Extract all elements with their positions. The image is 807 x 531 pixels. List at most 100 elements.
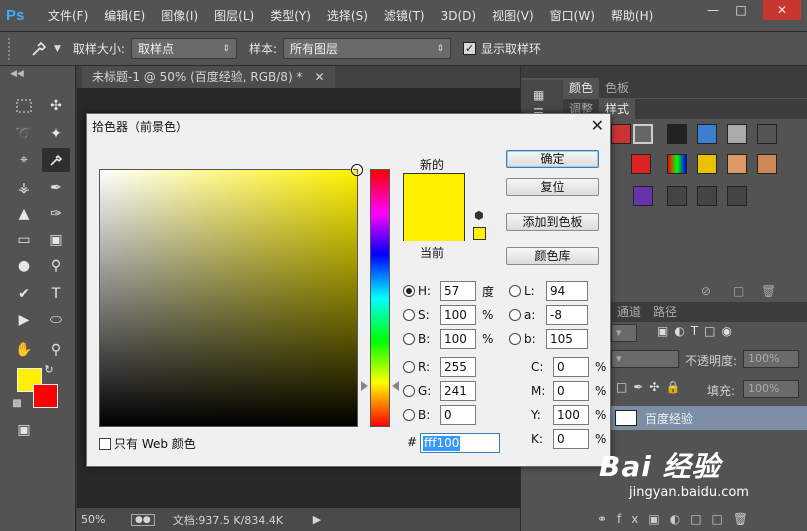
blur-tool-icon[interactable]: ●: [10, 254, 38, 278]
style-swatch[interactable]: [697, 186, 717, 206]
hue-slider-left-arrow-icon[interactable]: [361, 381, 368, 391]
hue-slider[interactable]: [370, 169, 390, 427]
lab-b-input[interactable]: 105: [546, 329, 588, 349]
a-radio[interactable]: [509, 309, 521, 321]
no-style-icon[interactable]: ⊘: [701, 284, 711, 298]
toolbox-collapse-icon[interactable]: ◀◀: [0, 66, 75, 84]
hue-slider-right-arrow-icon[interactable]: [392, 381, 399, 391]
path-selection-tool-icon[interactable]: ▶: [10, 308, 38, 332]
zoom-level[interactable]: 50%: [81, 513, 131, 526]
reset-button[interactable]: 复位: [506, 178, 599, 196]
tab-color[interactable]: 颜色: [563, 78, 600, 98]
style-swatch[interactable]: [727, 124, 747, 144]
style-swatch[interactable]: [611, 124, 631, 144]
layer-filter-select[interactable]: ▾: [611, 324, 637, 342]
style-swatch[interactable]: [757, 154, 777, 174]
r-input[interactable]: 255: [440, 357, 476, 377]
color-libraries-button[interactable]: 颜色库: [506, 247, 599, 265]
saturation-brightness-field[interactable]: [99, 165, 362, 427]
quick-mask-icon[interactable]: ▣: [10, 418, 38, 442]
sample-select[interactable]: 所有图层 ⇕: [283, 38, 452, 59]
h-input[interactable]: 57: [440, 281, 476, 301]
show-ring-checkbox[interactable]: ✓: [463, 42, 477, 55]
g-radio[interactable]: [403, 385, 415, 397]
clone-stamp-tool-icon[interactable]: ▲: [10, 202, 38, 226]
new-style-icon[interactable]: □: [733, 284, 744, 298]
opacity-input[interactable]: 100%: [743, 350, 799, 368]
current-color-swatch[interactable]: [404, 208, 464, 241]
add-to-swatches-button[interactable]: 添加到色板: [506, 213, 599, 231]
hex-input[interactable]: fff100: [420, 433, 500, 453]
menu-layer[interactable]: 图层(L): [206, 0, 262, 32]
eyedropper-preset-icon[interactable]: [28, 38, 50, 60]
r-radio[interactable]: [403, 361, 415, 373]
menu-file[interactable]: 文件(F): [40, 0, 96, 32]
color-picker-marker[interactable]: [352, 165, 362, 175]
style-swatch[interactable]: [727, 186, 747, 206]
style-swatch[interactable]: [633, 186, 653, 206]
k-input[interactable]: 0: [553, 429, 589, 449]
dialog-close-icon[interactable]: ✕: [591, 116, 604, 135]
sample-size-select[interactable]: 取样点 ⇕: [130, 38, 237, 59]
l-radio[interactable]: [509, 285, 521, 297]
default-colors-icon[interactable]: ▩: [10, 396, 24, 410]
menu-type[interactable]: 类型(Y): [262, 0, 319, 32]
web-only-option[interactable]: 只有 Web 颜色: [99, 435, 196, 452]
s-radio[interactable]: [403, 309, 415, 321]
g-input[interactable]: 241: [440, 381, 476, 401]
swap-colors-icon[interactable]: ↻: [42, 362, 56, 376]
dodge-tool-icon[interactable]: ⚲: [42, 254, 70, 278]
tab-close-icon[interactable]: ✕: [314, 66, 324, 88]
style-swatch[interactable]: [697, 124, 717, 144]
y-input[interactable]: 100: [553, 405, 589, 425]
type-tool-icon[interactable]: T: [42, 282, 70, 306]
menu-3d[interactable]: 3D(D): [433, 0, 484, 32]
ok-button[interactable]: 确定: [506, 150, 599, 168]
hand-tool-icon[interactable]: ✋: [10, 338, 38, 362]
b-input[interactable]: 100: [440, 329, 476, 349]
gradient-tool-icon[interactable]: ▣: [42, 228, 70, 252]
menu-filter[interactable]: 滤镜(T): [376, 0, 433, 32]
move-tool-icon[interactable]: ✣: [42, 94, 70, 118]
delete-style-icon[interactable]: 🗑: [761, 284, 776, 298]
s-input[interactable]: 100: [440, 305, 476, 325]
maximize-icon[interactable]: □: [728, 0, 754, 20]
tab-paths[interactable]: 路径: [647, 302, 683, 322]
style-swatch[interactable]: [757, 124, 777, 144]
healing-brush-tool-icon[interactable]: ⚶: [10, 176, 38, 200]
eraser-tool-icon[interactable]: ▭: [10, 228, 38, 252]
lock-icons[interactable]: □✒✣🔒: [616, 380, 686, 394]
style-swatch[interactable]: [667, 186, 687, 206]
menu-window[interactable]: 窗口(W): [542, 0, 603, 32]
color-panel-icon[interactable]: ▦: [533, 88, 544, 102]
web-safe-cube-icon[interactable]: ⬢: [474, 210, 486, 222]
eyedropper-tool-icon[interactable]: [42, 148, 70, 172]
style-swatch[interactable]: [633, 124, 653, 144]
lasso-tool-icon[interactable]: ➰: [10, 122, 38, 146]
minimize-icon[interactable]: —: [700, 0, 726, 20]
web-safe-color-swatch[interactable]: [473, 227, 486, 240]
layer-row[interactable]: 百度经验: [611, 406, 807, 430]
options-grip[interactable]: [8, 37, 14, 60]
menu-view[interactable]: 视图(V): [484, 0, 542, 32]
background-color-swatch[interactable]: [33, 384, 58, 408]
tab-channels[interactable]: 通道: [611, 302, 647, 322]
style-swatch[interactable]: [667, 124, 687, 144]
menu-image[interactable]: 图像(I): [153, 0, 206, 32]
style-swatch[interactable]: [631, 154, 651, 174]
magic-wand-tool-icon[interactable]: ✦: [42, 122, 70, 146]
style-swatch[interactable]: [697, 154, 717, 174]
preset-dropdown-arrow-icon[interactable]: ▼: [54, 44, 61, 54]
menu-help[interactable]: 帮助(H): [603, 0, 661, 32]
m-input[interactable]: 0: [553, 381, 589, 401]
fill-input[interactable]: 100%: [743, 380, 799, 398]
blend-mode-select[interactable]: ▾: [611, 350, 679, 368]
layer-filter-icons[interactable]: ▣◐T□◉: [657, 324, 738, 338]
zoom-tool-icon[interactable]: ⚲: [42, 338, 70, 362]
marquee-tool-icon[interactable]: [10, 94, 38, 118]
blue-input[interactable]: 0: [440, 405, 476, 425]
close-icon[interactable]: ✕: [763, 0, 801, 20]
pen-tool-icon[interactable]: ✔: [10, 282, 38, 306]
b-radio[interactable]: [403, 333, 415, 345]
style-swatch[interactable]: [667, 154, 687, 174]
